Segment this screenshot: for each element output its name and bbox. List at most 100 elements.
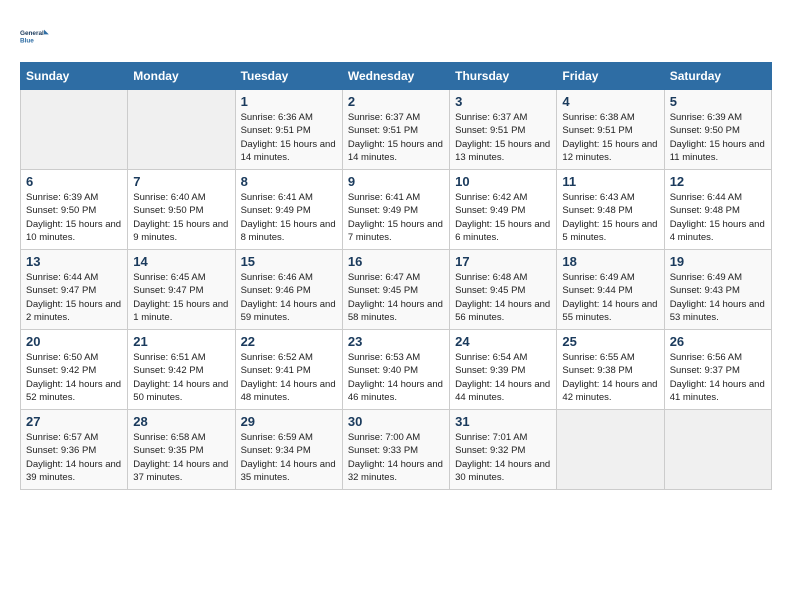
sunset-label: Sunset: 9:42 PM (133, 365, 203, 376)
calendar-cell: 25 Sunrise: 6:55 AM Sunset: 9:38 PM Dayl… (557, 330, 664, 410)
cell-info: Sunrise: 6:37 AM Sunset: 9:51 PM Dayligh… (455, 111, 551, 164)
sunset-label: Sunset: 9:49 PM (455, 205, 525, 216)
day-number: 8 (241, 174, 337, 189)
cell-info: Sunrise: 6:52 AM Sunset: 9:41 PM Dayligh… (241, 351, 337, 404)
calendar-cell (664, 410, 771, 490)
daylight-label: Daylight: 15 hours and 6 minutes. (455, 219, 550, 243)
sunrise-label: Sunrise: 6:59 AM (241, 432, 313, 443)
day-number: 18 (562, 254, 658, 269)
sunrise-label: Sunrise: 6:49 AM (670, 272, 742, 283)
cell-info: Sunrise: 7:00 AM Sunset: 9:33 PM Dayligh… (348, 431, 444, 484)
sunset-label: Sunset: 9:39 PM (455, 365, 525, 376)
daylight-label: Daylight: 14 hours and 50 minutes. (133, 379, 228, 403)
day-header-thursday: Thursday (450, 63, 557, 90)
cell-info: Sunrise: 6:57 AM Sunset: 9:36 PM Dayligh… (26, 431, 122, 484)
calendar-cell: 1 Sunrise: 6:36 AM Sunset: 9:51 PM Dayli… (235, 90, 342, 170)
daylight-label: Daylight: 14 hours and 32 minutes. (348, 459, 443, 483)
calendar-cell: 27 Sunrise: 6:57 AM Sunset: 9:36 PM Dayl… (21, 410, 128, 490)
daylight-label: Daylight: 14 hours and 44 minutes. (455, 379, 550, 403)
day-number: 12 (670, 174, 766, 189)
calendar-cell: 16 Sunrise: 6:47 AM Sunset: 9:45 PM Dayl… (342, 250, 449, 330)
calendar-cell: 9 Sunrise: 6:41 AM Sunset: 9:49 PM Dayli… (342, 170, 449, 250)
daylight-label: Daylight: 15 hours and 7 minutes. (348, 219, 443, 243)
cell-info: Sunrise: 6:44 AM Sunset: 9:48 PM Dayligh… (670, 191, 766, 244)
sunrise-label: Sunrise: 6:44 AM (26, 272, 98, 283)
day-number: 22 (241, 334, 337, 349)
cell-info: Sunrise: 6:39 AM Sunset: 9:50 PM Dayligh… (26, 191, 122, 244)
sunrise-label: Sunrise: 6:54 AM (455, 352, 527, 363)
svg-text:General: General (20, 30, 44, 37)
daylight-label: Daylight: 15 hours and 12 minutes. (562, 139, 657, 163)
day-number: 19 (670, 254, 766, 269)
sunset-label: Sunset: 9:33 PM (348, 445, 418, 456)
calendar-cell: 20 Sunrise: 6:50 AM Sunset: 9:42 PM Dayl… (21, 330, 128, 410)
day-number: 23 (348, 334, 444, 349)
day-number: 15 (241, 254, 337, 269)
day-number: 5 (670, 94, 766, 109)
day-number: 21 (133, 334, 229, 349)
cell-info: Sunrise: 6:43 AM Sunset: 9:48 PM Dayligh… (562, 191, 658, 244)
sunset-label: Sunset: 9:51 PM (348, 125, 418, 136)
daylight-label: Daylight: 15 hours and 13 minutes. (455, 139, 550, 163)
sunset-label: Sunset: 9:46 PM (241, 285, 311, 296)
calendar-cell: 4 Sunrise: 6:38 AM Sunset: 9:51 PM Dayli… (557, 90, 664, 170)
cell-info: Sunrise: 6:58 AM Sunset: 9:35 PM Dayligh… (133, 431, 229, 484)
sunset-label: Sunset: 9:51 PM (455, 125, 525, 136)
daylight-label: Daylight: 14 hours and 48 minutes. (241, 379, 336, 403)
daylight-label: Daylight: 14 hours and 55 minutes. (562, 299, 657, 323)
day-number: 14 (133, 254, 229, 269)
calendar-cell: 3 Sunrise: 6:37 AM Sunset: 9:51 PM Dayli… (450, 90, 557, 170)
calendar-cell: 28 Sunrise: 6:58 AM Sunset: 9:35 PM Dayl… (128, 410, 235, 490)
sunrise-label: Sunrise: 6:58 AM (133, 432, 205, 443)
sunset-label: Sunset: 9:50 PM (670, 125, 740, 136)
day-header-monday: Monday (128, 63, 235, 90)
calendar-cell: 29 Sunrise: 6:59 AM Sunset: 9:34 PM Dayl… (235, 410, 342, 490)
daylight-label: Daylight: 15 hours and 1 minute. (133, 299, 228, 323)
daylight-label: Daylight: 14 hours and 46 minutes. (348, 379, 443, 403)
sunrise-label: Sunrise: 6:53 AM (348, 352, 420, 363)
sunset-label: Sunset: 9:35 PM (133, 445, 203, 456)
cell-info: Sunrise: 6:37 AM Sunset: 9:51 PM Dayligh… (348, 111, 444, 164)
day-number: 26 (670, 334, 766, 349)
calendar-cell: 23 Sunrise: 6:53 AM Sunset: 9:40 PM Dayl… (342, 330, 449, 410)
day-number: 30 (348, 414, 444, 429)
cell-info: Sunrise: 6:45 AM Sunset: 9:47 PM Dayligh… (133, 271, 229, 324)
calendar-week-row: 6 Sunrise: 6:39 AM Sunset: 9:50 PM Dayli… (21, 170, 772, 250)
daylight-label: Daylight: 15 hours and 9 minutes. (133, 219, 228, 243)
sunrise-label: Sunrise: 6:48 AM (455, 272, 527, 283)
sunrise-label: Sunrise: 6:55 AM (562, 352, 634, 363)
sunset-label: Sunset: 9:45 PM (455, 285, 525, 296)
day-number: 6 (26, 174, 122, 189)
cell-info: Sunrise: 6:59 AM Sunset: 9:34 PM Dayligh… (241, 431, 337, 484)
calendar-cell: 18 Sunrise: 6:49 AM Sunset: 9:44 PM Dayl… (557, 250, 664, 330)
daylight-label: Daylight: 15 hours and 4 minutes. (670, 219, 765, 243)
daylight-label: Daylight: 14 hours and 52 minutes. (26, 379, 121, 403)
calendar-table: SundayMondayTuesdayWednesdayThursdayFrid… (20, 62, 772, 490)
calendar-cell: 19 Sunrise: 6:49 AM Sunset: 9:43 PM Dayl… (664, 250, 771, 330)
sunset-label: Sunset: 9:48 PM (562, 205, 632, 216)
cell-info: Sunrise: 6:36 AM Sunset: 9:51 PM Dayligh… (241, 111, 337, 164)
day-header-sunday: Sunday (21, 63, 128, 90)
cell-info: Sunrise: 7:01 AM Sunset: 9:32 PM Dayligh… (455, 431, 551, 484)
calendar-cell: 21 Sunrise: 6:51 AM Sunset: 9:42 PM Dayl… (128, 330, 235, 410)
calendar-week-row: 13 Sunrise: 6:44 AM Sunset: 9:47 PM Dayl… (21, 250, 772, 330)
calendar-week-row: 27 Sunrise: 6:57 AM Sunset: 9:36 PM Dayl… (21, 410, 772, 490)
calendar-cell: 8 Sunrise: 6:41 AM Sunset: 9:49 PM Dayli… (235, 170, 342, 250)
day-number: 10 (455, 174, 551, 189)
daylight-label: Daylight: 14 hours and 53 minutes. (670, 299, 765, 323)
daylight-label: Daylight: 14 hours and 59 minutes. (241, 299, 336, 323)
sunset-label: Sunset: 9:49 PM (241, 205, 311, 216)
daylight-label: Daylight: 14 hours and 30 minutes. (455, 459, 550, 483)
cell-info: Sunrise: 6:40 AM Sunset: 9:50 PM Dayligh… (133, 191, 229, 244)
sunset-label: Sunset: 9:42 PM (26, 365, 96, 376)
day-number: 9 (348, 174, 444, 189)
day-number: 31 (455, 414, 551, 429)
day-number: 29 (241, 414, 337, 429)
cell-info: Sunrise: 6:48 AM Sunset: 9:45 PM Dayligh… (455, 271, 551, 324)
daylight-label: Daylight: 14 hours and 56 minutes. (455, 299, 550, 323)
calendar-cell (557, 410, 664, 490)
sunrise-label: Sunrise: 6:57 AM (26, 432, 98, 443)
sunset-label: Sunset: 9:41 PM (241, 365, 311, 376)
day-number: 27 (26, 414, 122, 429)
day-number: 25 (562, 334, 658, 349)
